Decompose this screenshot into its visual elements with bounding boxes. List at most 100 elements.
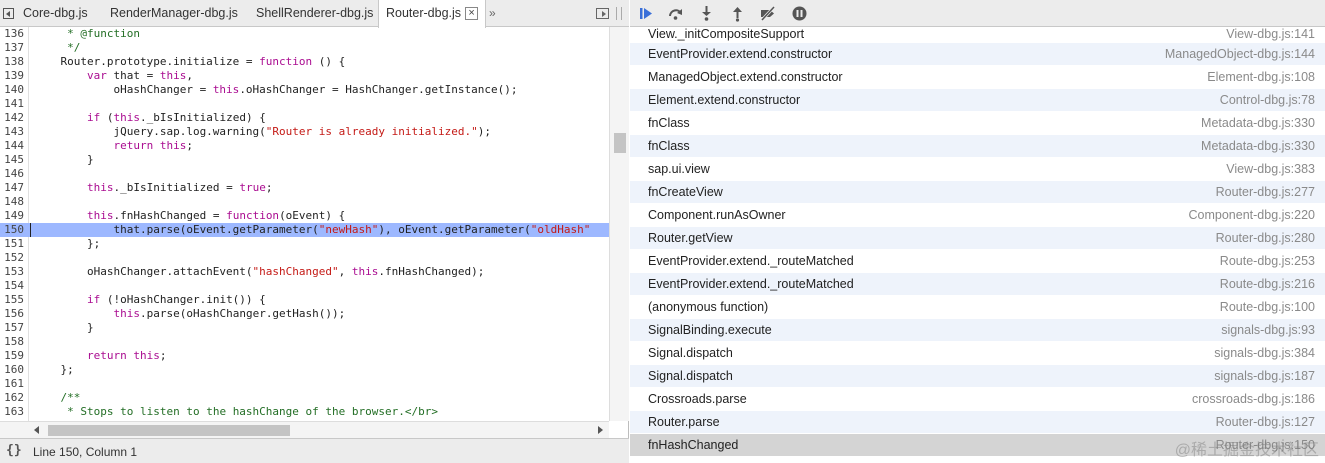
call-frame-location-link[interactable]: Route-dbg.js:216: [1220, 273, 1315, 296]
horizontal-scroll-thumb[interactable]: [48, 425, 290, 436]
code-editor[interactable]: 136 * @function 137 */138 Router.prototyp…: [0, 27, 609, 421]
code-line[interactable]: 136 * @function: [0, 27, 609, 41]
call-frame[interactable]: sap.ui.view View-dbg.js:383: [630, 158, 1325, 181]
call-frame[interactable]: Component.runAsOwner Component-dbg.js:220: [630, 204, 1325, 227]
code-line[interactable]: 162 /**: [0, 391, 609, 405]
line-number[interactable]: 136: [0, 27, 24, 41]
code-line[interactable]: 146: [0, 167, 609, 181]
call-frame-location-link[interactable]: Route-dbg.js:253: [1220, 250, 1315, 273]
toggle-navigator-icon[interactable]: [3, 8, 14, 19]
editor-horizontal-scrollbar[interactable]: [0, 421, 609, 438]
code-line[interactable]: 151 };: [0, 237, 609, 251]
call-frame-location-link[interactable]: Control-dbg.js:78: [1220, 89, 1315, 112]
code-line[interactable]: 156 this.parse(oHashChanger.getHash());: [0, 307, 609, 321]
line-number[interactable]: 154: [0, 279, 24, 293]
call-frame-location-link[interactable]: Router-dbg.js:277: [1216, 181, 1315, 204]
code-line[interactable]: 159 return this;: [0, 349, 609, 363]
call-frame[interactable]: Signal.dispatch signals-dbg.js:384: [630, 342, 1325, 365]
pause-on-exceptions-icon[interactable]: [791, 5, 808, 22]
code-line[interactable]: 140 oHashChanger = this.oHashChanger = H…: [0, 83, 609, 97]
scroll-right-arrow-icon[interactable]: [598, 426, 603, 434]
line-number[interactable]: 162: [0, 391, 24, 405]
code-line[interactable]: 142 if (this._bIsInitialized) {: [0, 111, 609, 125]
call-frame-location-link[interactable]: View-dbg.js:383: [1226, 158, 1315, 181]
line-number[interactable]: 160: [0, 363, 24, 377]
step-over-icon[interactable]: [667, 5, 684, 22]
code-line[interactable]: 137 */: [0, 41, 609, 55]
line-number[interactable]: 146: [0, 167, 24, 181]
line-number[interactable]: 144: [0, 139, 24, 153]
more-tabs-chevron-icon[interactable]: »: [489, 0, 496, 27]
call-frame[interactable]: EventProvider.extend.constructor ManagedO…: [630, 43, 1325, 66]
call-frame-location-link[interactable]: Element-dbg.js:108: [1207, 66, 1315, 89]
vertical-scroll-thumb[interactable]: [614, 133, 626, 153]
call-frame[interactable]: Element.extend.constructor Control-dbg.js…: [630, 89, 1325, 112]
call-frame[interactable]: Signal.dispatch signals-dbg.js:187: [630, 365, 1325, 388]
call-frame-location-link[interactable]: Route-dbg.js:100: [1220, 296, 1315, 319]
line-number[interactable]: 152: [0, 251, 24, 265]
line-number[interactable]: 142: [0, 111, 24, 125]
tab-core-dbg[interactable]: Core-dbg.js: [16, 0, 95, 27]
code-line[interactable]: 138 Router.prototype.initialize = functi…: [0, 55, 609, 69]
call-frame-location-link[interactable]: Metadata-dbg.js:330: [1201, 112, 1315, 135]
line-number[interactable]: 149: [0, 209, 24, 223]
code-line[interactable]: 141: [0, 97, 609, 111]
call-frame[interactable]: EventProvider.extend._routeMatched Route-…: [630, 250, 1325, 273]
deactivate-breakpoints-icon[interactable]: [759, 5, 776, 22]
call-frame-location-link[interactable]: View-dbg.js:141: [1226, 27, 1315, 41]
code-line[interactable]: 163 * Stops to listen to the hashChange …: [0, 405, 609, 419]
call-frame[interactable]: fnClass Metadata-dbg.js:330: [630, 112, 1325, 135]
line-number[interactable]: 151: [0, 237, 24, 251]
call-frame-location-link[interactable]: Router-dbg.js:127: [1216, 411, 1315, 434]
call-frame-location-link[interactable]: signals-dbg.js:384: [1214, 342, 1315, 365]
toggle-debugger-sidebar-icon[interactable]: [596, 8, 609, 19]
line-number[interactable]: 148: [0, 195, 24, 209]
call-frame[interactable]: SignalBinding.execute signals-dbg.js:93: [630, 319, 1325, 342]
tab-shellrenderer-dbg[interactable]: ShellRenderer-dbg.js: [249, 0, 380, 27]
line-number[interactable]: 145: [0, 153, 24, 167]
call-frame[interactable]: EventProvider.extend._routeMatched Route-…: [630, 273, 1325, 296]
code-line[interactable]: 158: [0, 335, 609, 349]
call-frame[interactable]: View._initCompositeSupport View-dbg.js:14…: [630, 27, 1325, 43]
call-frame-location-link[interactable]: ManagedObject-dbg.js:144: [1165, 43, 1315, 66]
call-frame[interactable]: ManagedObject.extend.constructor Element-…: [630, 66, 1325, 89]
call-frame[interactable]: fnCreateView Router-dbg.js:277: [630, 181, 1325, 204]
code-line[interactable]: 145 }: [0, 153, 609, 167]
highlighted-code-line[interactable]: 150 that.parse(oEvent.getParameter("newH…: [0, 223, 609, 237]
close-tab-icon[interactable]: ×: [465, 7, 479, 21]
line-number[interactable]: 137: [0, 41, 24, 55]
step-into-icon[interactable]: [698, 5, 715, 22]
call-frame[interactable]: (anonymous function) Route-dbg.js:100: [630, 296, 1325, 319]
code-line[interactable]: 161: [0, 377, 609, 391]
call-frame-location-link[interactable]: signals-dbg.js:93: [1221, 319, 1315, 342]
step-out-icon[interactable]: [729, 5, 746, 22]
tab-rendermanager-dbg[interactable]: RenderManager-dbg.js: [103, 0, 245, 27]
call-frame-location-link[interactable]: signals-dbg.js:187: [1214, 365, 1315, 388]
call-frame-location-link[interactable]: Metadata-dbg.js:330: [1201, 135, 1315, 158]
editor-vertical-scrollbar[interactable]: [609, 27, 629, 421]
line-number[interactable]: 159: [0, 349, 24, 363]
code-line[interactable]: 153 oHashChanger.attachEvent("hashChange…: [0, 265, 609, 279]
call-frame[interactable]: Router.getView Router-dbg.js:280: [630, 227, 1325, 250]
line-number[interactable]: 161: [0, 377, 24, 391]
line-number[interactable]: 141: [0, 97, 24, 111]
code-line[interactable]: 154: [0, 279, 609, 293]
code-line[interactable]: 143 jQuery.sap.log.warning("Router is al…: [0, 125, 609, 139]
tab-router-dbg[interactable]: Router-dbg.js ×: [378, 0, 487, 28]
line-number[interactable]: 156: [0, 307, 24, 321]
line-number[interactable]: 163: [0, 405, 24, 419]
line-number[interactable]: 150: [0, 223, 24, 237]
line-number[interactable]: 158: [0, 335, 24, 349]
call-frame-location-link[interactable]: Component-dbg.js:220: [1189, 204, 1315, 227]
call-frame[interactable]: Router.parse Router-dbg.js:127: [630, 411, 1325, 434]
scroll-left-arrow-icon[interactable]: [34, 426, 39, 434]
call-frame-location-link[interactable]: crossroads-dbg.js:186: [1192, 388, 1315, 411]
line-number[interactable]: 147: [0, 181, 24, 195]
code-line[interactable]: 160 };: [0, 363, 609, 377]
code-line[interactable]: 149 this.fnHashChanged = function(oEvent…: [0, 209, 609, 223]
line-number[interactable]: 139: [0, 69, 24, 83]
line-number[interactable]: 140: [0, 83, 24, 97]
code-line[interactable]: 152: [0, 251, 609, 265]
code-line[interactable]: 139 var that = this,: [0, 69, 609, 83]
pretty-print-button[interactable]: {}: [6, 443, 22, 458]
